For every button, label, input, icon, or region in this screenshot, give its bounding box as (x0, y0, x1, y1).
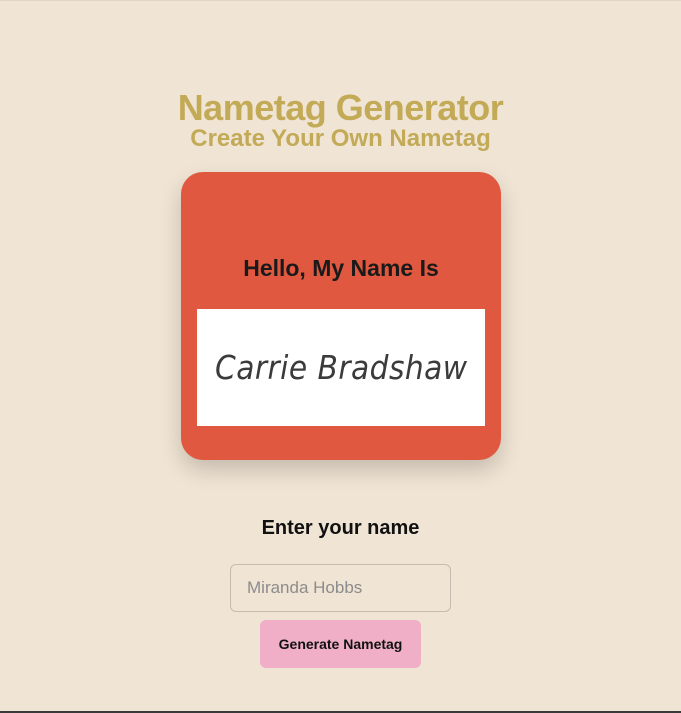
page-title: Nametag Generator (177, 87, 504, 129)
page-subtitle: Create Your Own Nametag (190, 124, 491, 152)
name-input-label: Enter your name (261, 517, 420, 539)
generate-nametag-button[interactable]: Generate Nametag (260, 620, 421, 668)
nametag-card: Hello, My Name Is Carrie Bradshaw (181, 172, 501, 460)
nametag-name-box: Carrie Bradshaw (197, 309, 485, 426)
nametag-greeting: Hello, My Name Is (243, 255, 439, 281)
nametag-name: Carrie Bradshaw (214, 348, 468, 387)
name-input[interactable] (230, 564, 451, 612)
